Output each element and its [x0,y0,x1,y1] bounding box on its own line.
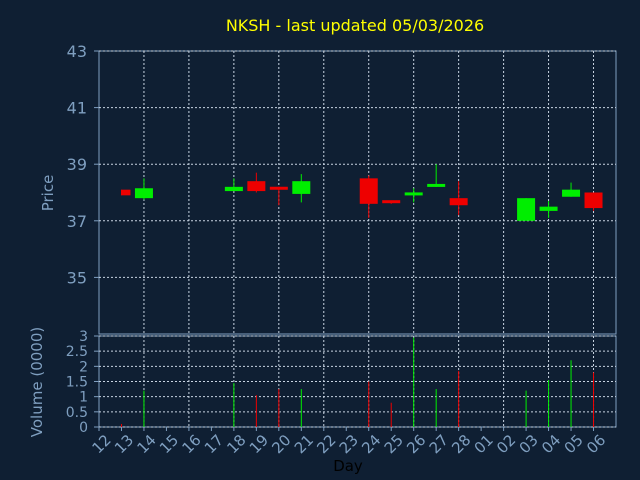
volume-tick-label: 1 [79,390,88,406]
chart-title: NKSH - last updated 05/03/2026 [226,16,484,35]
candle [292,174,311,203]
price-tick-label: 37 [67,212,87,231]
candle [224,178,243,192]
candle-body [449,198,468,206]
candle-body [517,198,536,221]
price-axis-label: Price [39,175,57,212]
x-ticks: 1213141516171819202122232425262728010203… [89,427,609,457]
x-tick-label: 06 [583,431,609,457]
candle-body [292,181,311,194]
candle-body [134,188,153,199]
candle [562,182,581,197]
candle [247,172,266,193]
candle-body [359,178,378,204]
candle [539,200,558,218]
candle [517,198,536,221]
candle [120,189,131,196]
price-plot-frame [98,50,617,335]
price-tick-label: 41 [67,99,87,118]
candle-body [121,189,131,196]
volume-y-ticks: 32.521.510.50 [66,329,99,436]
candle [359,175,378,218]
candle [449,181,468,216]
candle-body [404,192,423,196]
volume-tick-label: 0.5 [66,405,88,421]
candle [382,200,401,204]
candle [269,186,288,206]
candle-body [427,183,446,187]
volume-tick-label: 0 [79,420,88,436]
candlestick-chart: NKSH - last updated 05/03/2026 43 41 39 37 3… [28,16,617,475]
price-tick-label: 39 [67,155,87,174]
candle [427,164,446,187]
candle [134,178,153,200]
price-grid [99,50,616,334]
candle-body [562,189,581,197]
candle [404,188,423,203]
candle-body [584,192,603,209]
price-tick-label: 43 [67,42,87,61]
price-y-ticks: 43 41 39 37 35 [67,42,99,287]
candle [584,192,603,211]
volume-tick-label: 3 [79,329,88,345]
price-tick-label: 35 [67,268,87,287]
candle-body [269,186,288,190]
candle-body [247,181,266,192]
volume-grid [99,335,616,428]
x-axis-label: Day [333,457,363,475]
candle-body [382,200,401,204]
volume-tick-label: 2.5 [66,344,88,360]
candles [120,164,603,221]
volume-panel: 32.521.510.50 [66,329,617,436]
volume-tick-label: 2 [79,359,88,375]
volume-axis-label: Volume (0000) [28,327,46,437]
price-panel: 43 41 39 37 35 [67,42,617,335]
candle-body [539,206,558,211]
volume-tick-label: 1.5 [66,375,88,391]
candle-body [224,186,243,192]
